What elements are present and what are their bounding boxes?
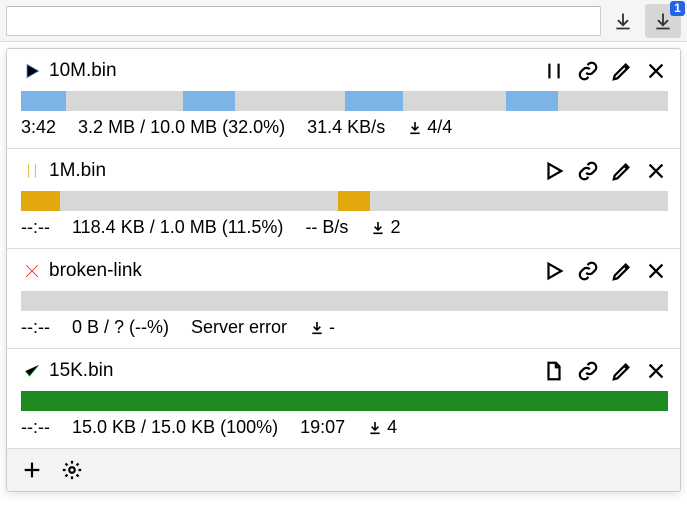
status-icon xyxy=(21,161,43,181)
remove-button[interactable] xyxy=(644,259,668,283)
time-remaining: 3:42 xyxy=(21,117,56,138)
progress-bar xyxy=(21,391,668,411)
download-filename: 15K.bin xyxy=(49,360,542,382)
panel-footer xyxy=(7,448,680,491)
thread-count: 4 xyxy=(367,417,397,438)
thread-count: - xyxy=(309,317,335,338)
settings-button[interactable] xyxy=(59,457,85,483)
resume-button[interactable] xyxy=(542,259,566,283)
edit-button[interactable] xyxy=(610,259,634,283)
download-stats: --:-- 15.0 KB / 15.0 KB (100%) 19:07 4 xyxy=(21,417,668,438)
remove-button[interactable] xyxy=(644,159,668,183)
status-icon xyxy=(21,261,43,281)
download-speed: -- B/s xyxy=(305,217,348,238)
size-progress: 118.4 KB / 1.0 MB (11.5%) xyxy=(72,217,283,238)
status-icon xyxy=(21,361,43,381)
size-progress: 15.0 KB / 15.0 KB (100%) xyxy=(72,417,278,438)
download-speed: 31.4 KB/s xyxy=(307,117,385,138)
size-progress: 3.2 MB / 10.0 MB (32.0%) xyxy=(78,117,285,138)
download-filename: 10M.bin xyxy=(49,60,542,82)
download-filename: broken-link xyxy=(49,260,542,282)
time-remaining: --:-- xyxy=(21,217,50,238)
time-remaining: --:-- xyxy=(21,417,50,438)
browser-toolbar: 1 xyxy=(0,0,687,42)
copy-link-button[interactable] xyxy=(576,59,600,83)
download-filename: 1M.bin xyxy=(49,160,542,182)
progress-bar xyxy=(21,91,668,111)
edit-button[interactable] xyxy=(610,359,634,383)
add-download-button[interactable] xyxy=(19,457,45,483)
progress-bar xyxy=(21,191,668,211)
open-button[interactable] xyxy=(542,359,566,383)
download-stats: 3:42 3.2 MB / 10.0 MB (32.0%) 31.4 KB/s … xyxy=(21,117,668,138)
resume-button[interactable] xyxy=(542,159,566,183)
download-badge: 1 xyxy=(670,1,685,16)
thread-count: 4/4 xyxy=(407,117,452,138)
download-panel: 10M.bin 3:42 3.2 MB / 10.0 MB (32.0%) xyxy=(6,48,681,492)
downloads-toolbar-icon[interactable] xyxy=(605,4,641,38)
size-progress: 0 B / ? (--%) xyxy=(72,317,169,338)
remove-button[interactable] xyxy=(644,359,668,383)
status-icon xyxy=(21,61,43,81)
thread-count: 2 xyxy=(370,217,400,238)
time-remaining: --:-- xyxy=(21,317,50,338)
copy-link-button[interactable] xyxy=(576,359,600,383)
download-item: 1M.bin --:-- 118.4 KB / 1.0 MB (11.5%) xyxy=(7,148,680,248)
address-bar[interactable] xyxy=(6,6,601,36)
download-item: 15K.bin --:-- 15.0 KB / 15.0 KB (100%) xyxy=(7,348,680,448)
download-item: broken-link --:-- 0 B / ? (--%) Serve xyxy=(7,248,680,348)
edit-button[interactable] xyxy=(610,159,634,183)
download-item: 10M.bin 3:42 3.2 MB / 10.0 MB (32.0%) xyxy=(7,49,680,148)
pause-button[interactable] xyxy=(542,59,566,83)
progress-bar xyxy=(21,291,668,311)
copy-link-button[interactable] xyxy=(576,159,600,183)
remove-button[interactable] xyxy=(644,59,668,83)
download-speed: Server error xyxy=(191,317,287,338)
download-speed: 19:07 xyxy=(300,417,345,438)
copy-link-button[interactable] xyxy=(576,259,600,283)
download-stats: --:-- 0 B / ? (--%) Server error - xyxy=(21,317,668,338)
download-manager-toolbar-icon[interactable]: 1 xyxy=(645,4,681,38)
download-stats: --:-- 118.4 KB / 1.0 MB (11.5%) -- B/s 2 xyxy=(21,217,668,238)
edit-button[interactable] xyxy=(610,59,634,83)
